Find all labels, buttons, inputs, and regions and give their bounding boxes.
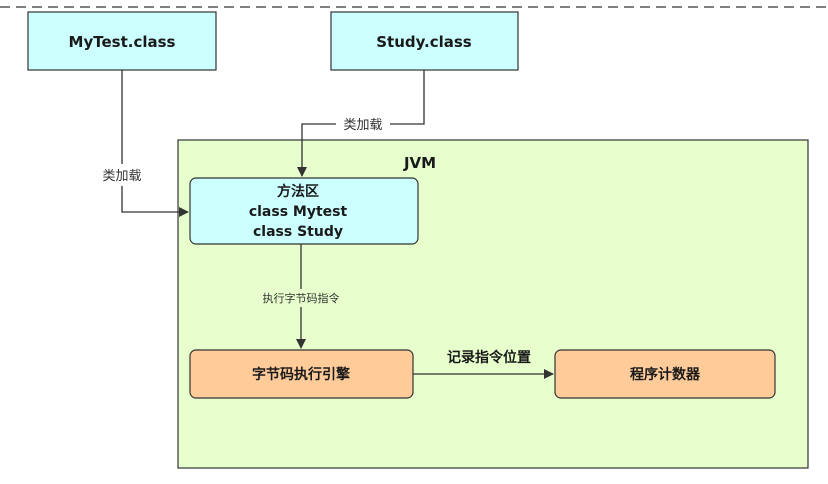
- execute-label: 执行字节码指令: [263, 291, 340, 305]
- jvm-label: JVM: [403, 154, 436, 172]
- record-label: 记录指令位置: [447, 349, 531, 366]
- mytest-class-label: MyTest.class: [69, 33, 176, 51]
- method-area-line3: class Study: [253, 224, 343, 240]
- study-class-label: Study.class: [376, 33, 472, 51]
- jvm-diagram: JVM MyTest.class Study.class 方法区 class M…: [0, 6, 828, 469]
- method-area-line1: 方法区: [277, 183, 319, 200]
- engine-label: 字节码执行引擎: [252, 366, 350, 383]
- mytest-load-label: 类加载: [102, 169, 141, 184]
- method-area-line2: class Mytest: [249, 204, 348, 220]
- study-load-label: 类加载: [343, 118, 382, 133]
- program-counter-label: 程序计数器: [630, 366, 701, 383]
